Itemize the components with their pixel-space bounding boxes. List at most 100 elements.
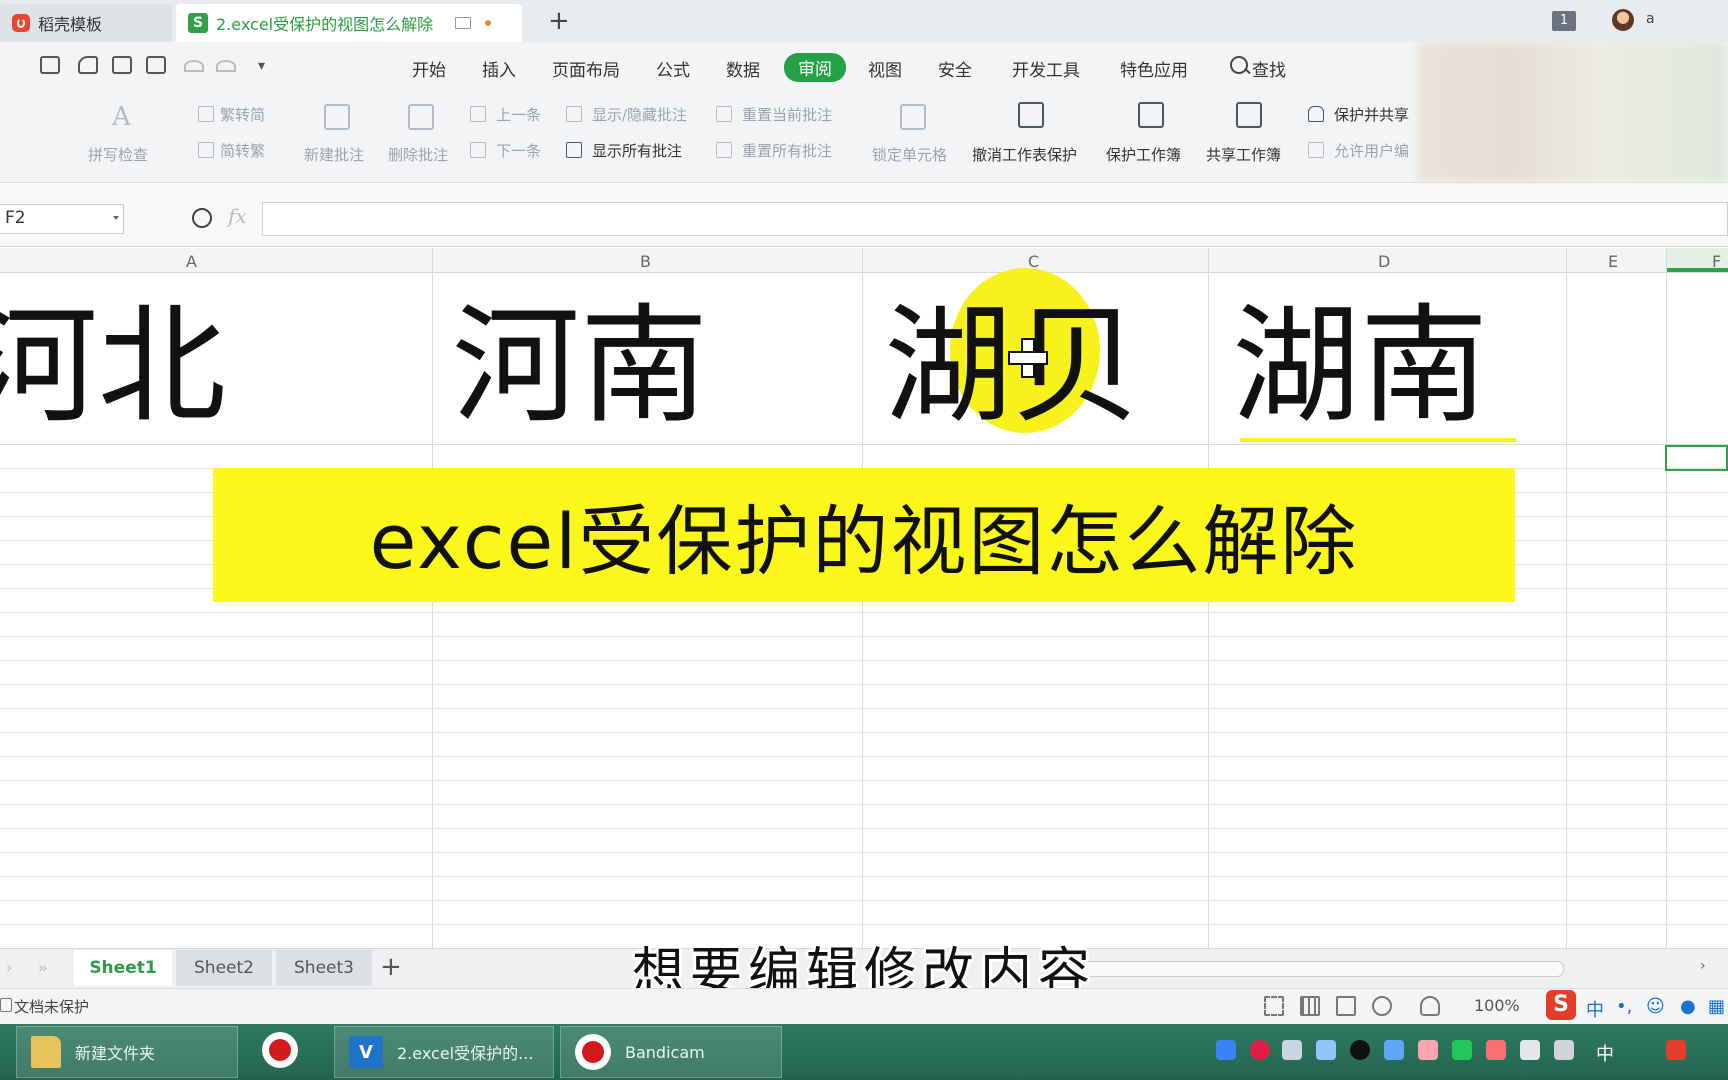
cloud-tray-icon[interactable] xyxy=(1384,1040,1404,1060)
new-comment-icon[interactable] xyxy=(324,104,350,130)
formula-input[interactable] xyxy=(262,202,1728,236)
menu-view[interactable]: 视图 xyxy=(868,56,902,81)
tab-active-document[interactable]: S 2.excel受保护的视图怎么解除 xyxy=(176,4,522,42)
redo-icon[interactable] xyxy=(216,60,236,72)
tray-ime-language[interactable]: 中 xyxy=(1596,1040,1614,1066)
share-workbook-button[interactable]: 共享工作簿 xyxy=(1206,144,1281,165)
prev-comment-button[interactable]: 上一条 xyxy=(496,104,541,125)
column-header-a[interactable]: A xyxy=(186,252,197,271)
monitor-icon[interactable] xyxy=(455,17,472,29)
menu-data[interactable]: 数据 xyxy=(726,56,760,81)
phone-tray-icon[interactable] xyxy=(1520,1040,1540,1060)
lock-cell-icon[interactable] xyxy=(900,104,926,130)
nvidia-tray-icon[interactable] xyxy=(1452,1040,1472,1060)
normal-view-icon[interactable] xyxy=(1300,996,1320,1016)
share-workbook-icon[interactable] xyxy=(1236,102,1262,128)
blurred-region xyxy=(1418,42,1728,182)
chevron-down-icon[interactable] xyxy=(113,216,119,220)
taskbar-folder[interactable]: 新建文件夹 xyxy=(16,1026,238,1078)
unprotect-sheet-button[interactable]: 撤消工作表保护 xyxy=(972,144,1077,165)
print-preview-icon[interactable] xyxy=(146,56,166,74)
ime-language[interactable]: 中 xyxy=(1586,996,1604,1022)
delete-comment-icon[interactable] xyxy=(408,104,434,130)
reset-all-comments-button[interactable]: 重置所有批注 xyxy=(742,140,832,161)
name-box[interactable]: F2 xyxy=(0,204,124,234)
keyboard-icon[interactable]: ▦ xyxy=(1708,996,1725,1017)
menu-formulas[interactable]: 公式 xyxy=(656,56,690,81)
video-title-banner: excel受保护的视图怎么解除 xyxy=(213,468,1515,602)
fx-icon[interactable]: fx xyxy=(228,204,247,228)
format-painter-icon[interactable] xyxy=(78,56,98,74)
lock-cell-button[interactable]: 锁定单元格 xyxy=(872,144,947,165)
new-tab-button[interactable]: + xyxy=(548,8,570,34)
underline-highlight xyxy=(1240,438,1516,442)
protect-workbook-icon[interactable] xyxy=(1138,102,1164,128)
qq-tray-icon[interactable] xyxy=(1350,1040,1370,1060)
zoom-icon[interactable] xyxy=(192,208,212,228)
monitor-tray-icon[interactable] xyxy=(1282,1040,1302,1060)
undo-icon[interactable] xyxy=(184,60,204,72)
allow-user-edit-button[interactable]: 允许用户编 xyxy=(1334,140,1409,161)
protect-and-share-button[interactable]: 保护并共享 xyxy=(1334,104,1409,125)
reading-mode-icon[interactable] xyxy=(1372,996,1392,1016)
column-header-d[interactable]: D xyxy=(1378,252,1390,271)
sogou-tray-icon[interactable] xyxy=(1666,1040,1686,1060)
menu-review[interactable]: 审阅 xyxy=(784,53,846,82)
cell-b1[interactable]: 河南 xyxy=(452,292,708,442)
cell-a1[interactable]: 河北 xyxy=(0,292,226,442)
next-comment-button[interactable]: 下一条 xyxy=(496,140,541,161)
save-icon[interactable] xyxy=(40,56,60,74)
menu-search[interactable]: 查找 xyxy=(1252,56,1286,81)
show-hide-comment-button[interactable]: 显示/隐藏批注 xyxy=(592,104,687,125)
window-tray-icon[interactable] xyxy=(1316,1040,1336,1060)
menu-home[interactable]: 开始 xyxy=(412,56,446,81)
active-cell[interactable] xyxy=(1665,445,1728,471)
page-break-view-icon[interactable] xyxy=(1336,996,1356,1016)
new-comment-button[interactable]: 新建批注 xyxy=(304,144,364,165)
user-name[interactable]: a xyxy=(1646,11,1655,27)
protect-workbook-button[interactable]: 保护工作簿 xyxy=(1106,144,1181,165)
avatar[interactable] xyxy=(1612,9,1634,31)
print-icon[interactable] xyxy=(112,56,132,74)
menu-special-apps[interactable]: 特色应用 xyxy=(1120,56,1188,81)
sogou-ime-icon[interactable]: S xyxy=(1546,990,1576,1020)
window-count-badge[interactable]: 1 xyxy=(1552,11,1576,31)
menu-page-layout[interactable]: 页面布局 xyxy=(552,56,620,81)
column-header-f[interactable]: F xyxy=(1712,252,1721,271)
menu-insert[interactable]: 插入 xyxy=(482,56,516,81)
cube-tray-icon[interactable] xyxy=(1216,1040,1236,1060)
record-tray-icon[interactable] xyxy=(1250,1040,1270,1060)
flag-tray-icon[interactable] xyxy=(1486,1040,1506,1060)
wps-spreadsheet-icon: V xyxy=(349,1036,383,1068)
emoji-icon[interactable]: ☺ xyxy=(1646,996,1665,1017)
wps-logo-icon xyxy=(12,14,30,32)
column-header-b[interactable]: B xyxy=(640,252,651,271)
column-header-e[interactable]: E xyxy=(1608,252,1618,271)
cell-d1[interactable]: 湖南 xyxy=(1232,292,1488,442)
menu-security[interactable]: 安全 xyxy=(938,56,972,81)
fullscreen-icon[interactable] xyxy=(1264,996,1284,1016)
customize-toolbar-icon[interactable]: ▾ xyxy=(258,58,265,74)
microphone-icon[interactable]: ● xyxy=(1680,996,1696,1017)
punctuation-icon[interactable]: •, xyxy=(1616,996,1632,1017)
taskbar-document[interactable]: V 2.excel受保护的... xyxy=(334,1026,554,1078)
spellcheck-button[interactable]: 拼写检查 xyxy=(88,144,148,165)
spellcheck-icon[interactable]: A xyxy=(112,102,138,132)
taskbar-bandicam[interactable]: Bandicam xyxy=(560,1026,782,1078)
reset-current-comment-icon xyxy=(716,106,732,122)
menu-developer[interactable]: 开发工具 xyxy=(1012,56,1080,81)
simp-to-trad-button[interactable]: 简转繁 xyxy=(220,140,265,161)
reset-current-comment-button[interactable]: 重置当前批注 xyxy=(742,104,832,125)
volume-tray-icon[interactable] xyxy=(1418,1040,1438,1060)
show-all-comments-button[interactable]: 显示所有批注 xyxy=(592,140,682,161)
trad-to-simp-button[interactable]: 繁转简 xyxy=(220,104,265,125)
unprotect-sheet-icon[interactable] xyxy=(1018,102,1044,128)
record-icon[interactable] xyxy=(262,1032,298,1068)
tab-docer-templates[interactable]: 稻壳模板 xyxy=(0,4,172,42)
lock-icon xyxy=(0,998,12,1012)
search-icon[interactable] xyxy=(1230,56,1248,74)
network-tray-icon[interactable] xyxy=(1554,1040,1574,1060)
zoom-level[interactable]: 100% xyxy=(1474,996,1520,1015)
delete-comment-button[interactable]: 删除批注 xyxy=(388,144,448,165)
eye-protection-icon[interactable] xyxy=(1420,996,1440,1016)
